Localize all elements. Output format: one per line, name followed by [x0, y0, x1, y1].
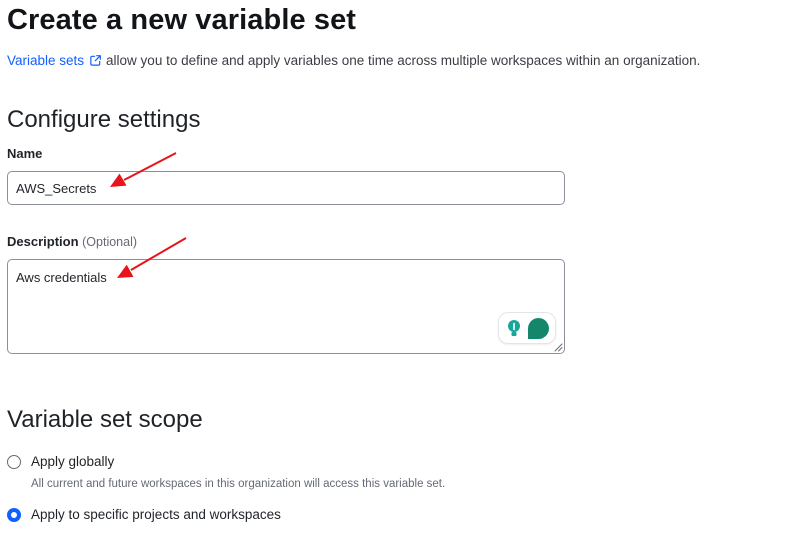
description-label-text: Description — [7, 234, 79, 249]
apply-specific-option[interactable]: Apply to specific projects and workspace… — [7, 507, 281, 522]
create-variable-set-page: Create a new variable set Variable sets … — [0, 0, 812, 539]
grammar-assistant-icon — [528, 318, 549, 339]
description-value: Aws credentials — [16, 270, 107, 285]
variable-sets-link[interactable]: Variable sets — [7, 53, 84, 68]
page-title: Create a new variable set — [7, 4, 357, 36]
apply-specific-radio[interactable] — [7, 507, 21, 522]
apply-globally-radio[interactable] — [7, 454, 21, 469]
grammar-assistant-widget[interactable] — [499, 313, 555, 343]
assistant-icons — [508, 318, 549, 339]
apply-globally-help: All current and future workspaces in thi… — [31, 478, 446, 490]
apply-globally-label: Apply globally — [31, 454, 115, 469]
name-input[interactable] — [7, 171, 565, 205]
apply-globally-option[interactable]: Apply globally — [7, 454, 114, 469]
intro-text: Variable sets allow you to define and ap… — [7, 53, 700, 68]
description-textarea[interactable]: Aws credentials — [7, 259, 565, 354]
intro-description: allow you to define and apply variables … — [106, 53, 701, 68]
apply-specific-label: Apply to specific projects and workspace… — [31, 507, 281, 522]
description-label: Description (Optional) — [7, 234, 137, 249]
name-label: Name — [7, 146, 43, 161]
resize-handle-icon[interactable] — [554, 343, 563, 352]
optional-tag: (Optional) — [82, 235, 138, 249]
variable-set-scope-heading: Variable set scope — [7, 406, 203, 433]
configure-settings-heading: Configure settings — [7, 106, 201, 133]
external-link-icon[interactable] — [89, 54, 102, 67]
lightbulb-icon — [508, 320, 520, 336]
